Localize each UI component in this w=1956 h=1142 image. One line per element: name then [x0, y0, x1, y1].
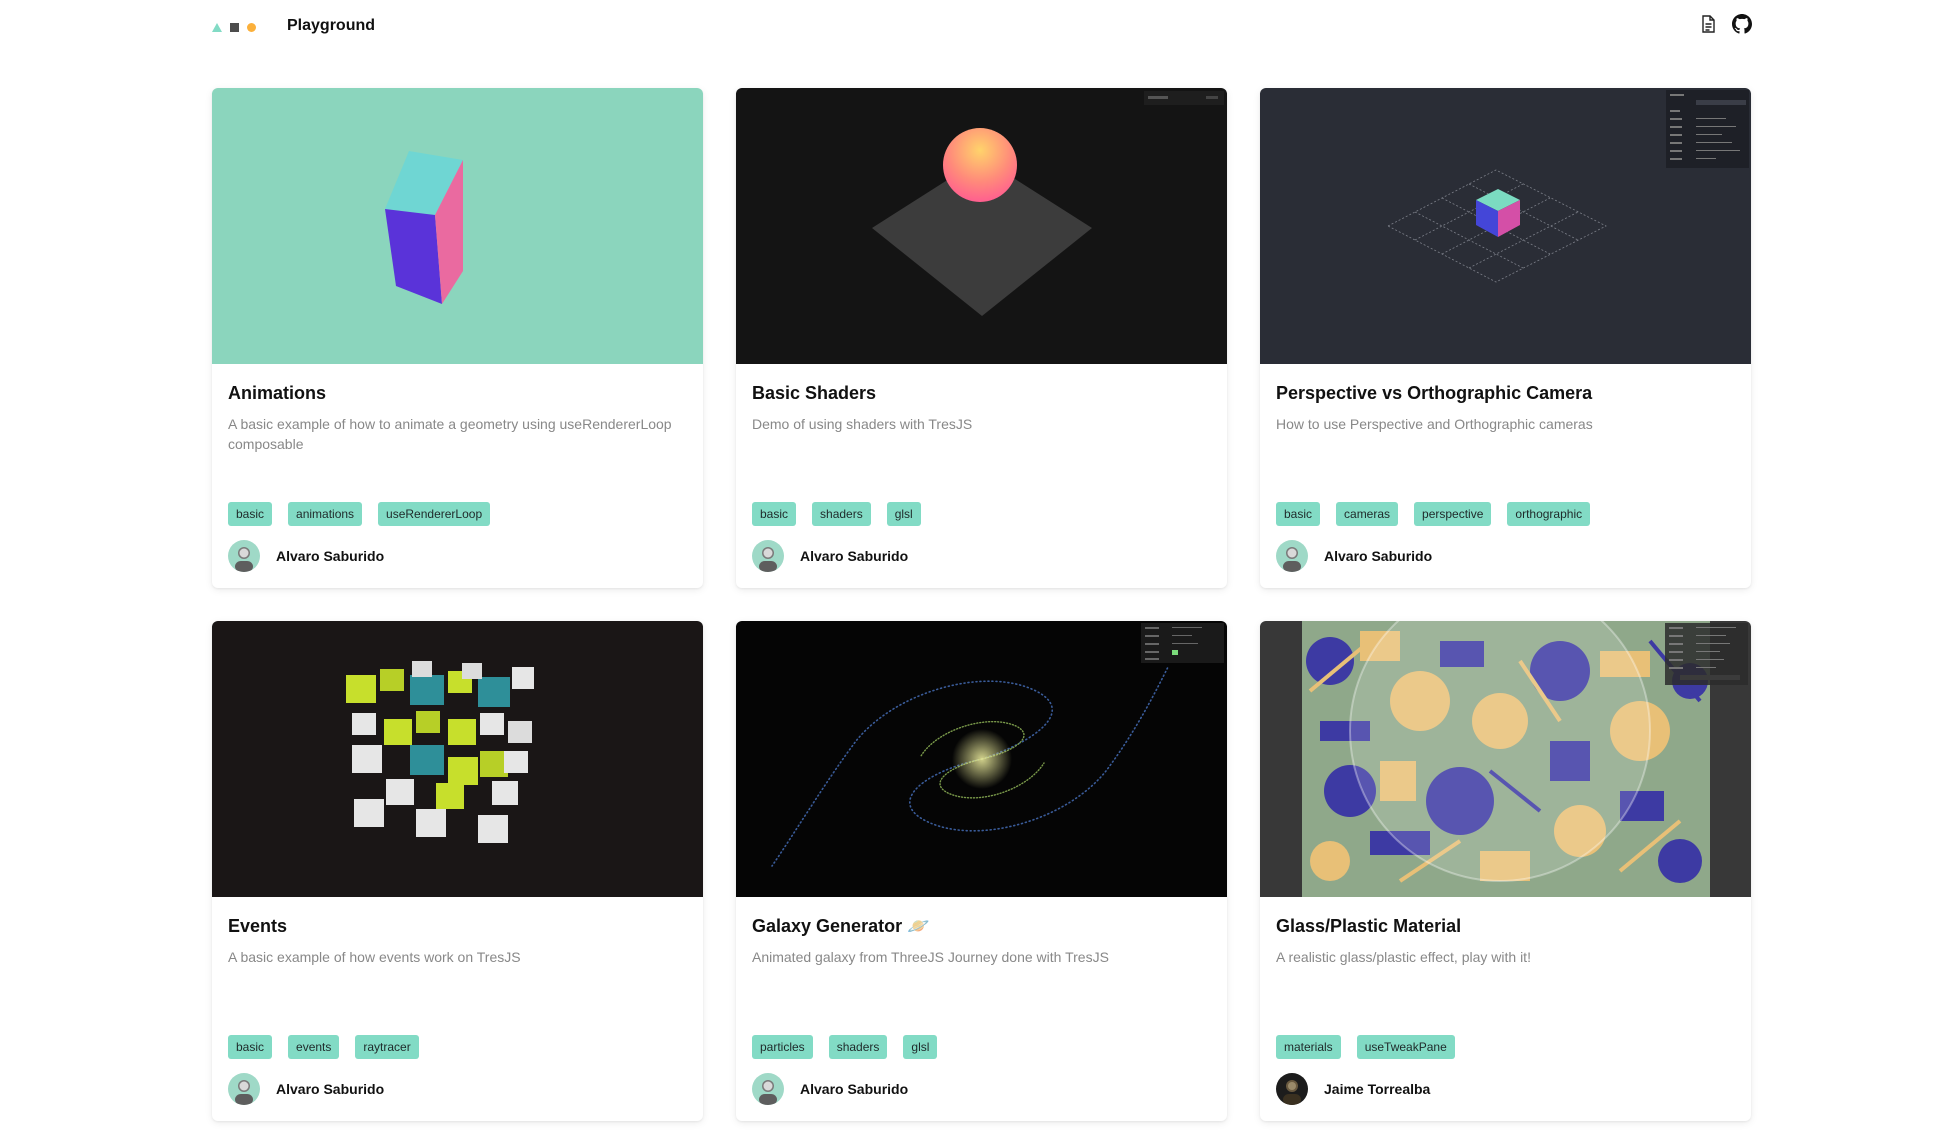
tag[interactable]: useRendererLoop: [378, 502, 491, 526]
circle-logo-icon: [247, 23, 256, 32]
card-title: Basic Shaders: [752, 383, 877, 403]
avatar: [228, 1073, 260, 1105]
document-icon[interactable]: [1698, 14, 1718, 34]
tag[interactable]: basic: [228, 502, 273, 526]
avatar: [228, 540, 260, 572]
card-description: Demo of using shaders with TresJS: [752, 416, 973, 432]
thumbnail-animations: [212, 88, 703, 364]
card-title: Events: [228, 916, 288, 936]
card-author[interactable]: Alvaro Saburido: [228, 540, 384, 572]
github-icon[interactable]: [1732, 14, 1752, 34]
card-author[interactable]: Alvaro Saburido: [1276, 540, 1432, 572]
avatar: [752, 540, 784, 572]
card-author[interactable]: Alvaro Saburido: [752, 540, 908, 572]
avatar: [1276, 540, 1308, 572]
card-description: Animated galaxy from ThreeJS Journey don…: [752, 949, 1109, 965]
thumbnail-perspective-vs-orthographic: [1260, 88, 1751, 364]
tag[interactable]: useTweakPane: [1356, 1035, 1455, 1059]
tag[interactable]: particles: [752, 1035, 813, 1059]
avatar: [1276, 1073, 1308, 1105]
author-name: Alvaro Saburido: [800, 548, 909, 564]
tag[interactable]: events: [288, 1035, 340, 1059]
triangle-logo-icon: [212, 23, 222, 32]
tag[interactable]: raytracer: [355, 1035, 419, 1059]
card-author[interactable]: Alvaro Saburido: [752, 1073, 908, 1105]
tag[interactable]: orthographic: [1507, 502, 1591, 526]
tag-list: materials useTweakPane: [1276, 1035, 1455, 1059]
tag[interactable]: glsl: [903, 1035, 938, 1059]
example-card-animations[interactable]: Animations A basic example of how to ani…: [212, 88, 703, 588]
author-name: Alvaro Saburido: [276, 548, 385, 564]
example-card-events[interactable]: Events A basic example of how events wor…: [212, 621, 703, 1121]
card-description: A basic example of how to animate a geom…: [228, 416, 672, 452]
example-card-glass-plastic-material[interactable]: Glass/Plastic Material A realistic glass…: [1260, 621, 1751, 1121]
author-name: Jaime Torrealba: [1324, 1081, 1431, 1097]
tag[interactable]: shaders: [828, 1035, 888, 1059]
example-card-basic-shaders[interactable]: Basic Shaders Demo of using shaders with…: [736, 88, 1227, 588]
tag-list: particles shaders glsl: [752, 1035, 938, 1059]
tag[interactable]: basic: [228, 1035, 273, 1059]
author-name: Alvaro Saburido: [800, 1081, 909, 1097]
top-header: Playground: [212, 0, 1752, 56]
card-title: Animations: [228, 383, 327, 403]
tag[interactable]: cameras: [1336, 502, 1399, 526]
tag-list: basic cameras perspective orthographic: [1276, 502, 1591, 526]
author-name: Alvaro Saburido: [276, 1081, 385, 1097]
author-name: Alvaro Saburido: [1324, 548, 1433, 564]
examples-grid: Animations A basic example of how to ani…: [212, 88, 1752, 1121]
card-title: Galaxy Generator 🪐: [752, 916, 930, 936]
card-author[interactable]: Alvaro Saburido: [228, 1073, 384, 1105]
card-title: Glass/Plastic Material: [1276, 916, 1462, 936]
logo[interactable]: [212, 21, 272, 35]
card-author[interactable]: Jaime Torrealba: [1276, 1073, 1430, 1105]
thumbnail-basic-shaders: [736, 88, 1227, 364]
tag[interactable]: basic: [752, 502, 797, 526]
tag-list: basic animations useRendererLoop: [228, 502, 491, 526]
card-description: A realistic glass/plastic effect, play w…: [1276, 949, 1531, 965]
card-description: How to use Perspective and Orthographic …: [1276, 416, 1593, 432]
tag[interactable]: materials: [1276, 1035, 1341, 1059]
tag[interactable]: perspective: [1414, 502, 1492, 526]
header-actions: [1698, 14, 1752, 34]
example-card-galaxy-generator[interactable]: Galaxy Generator 🪐 Animated galaxy from …: [736, 621, 1227, 1121]
tag[interactable]: animations: [288, 502, 363, 526]
tag[interactable]: glsl: [886, 502, 921, 526]
thumbnail-glass-plastic-material: [1260, 621, 1751, 897]
tag[interactable]: basic: [1276, 502, 1321, 526]
card-title: Perspective vs Orthographic Camera: [1276, 383, 1593, 403]
tag-list: basic events raytracer: [228, 1035, 419, 1059]
example-card-perspective-vs-orthographic[interactable]: Perspective vs Orthographic Camera How t…: [1260, 88, 1751, 588]
square-logo-icon: [230, 23, 239, 32]
card-description: A basic example of how events work on Tr…: [228, 949, 521, 965]
avatar: [752, 1073, 784, 1105]
thumbnail-events: [212, 621, 703, 897]
tag-list: basic shaders glsl: [752, 502, 921, 526]
brand-title[interactable]: Playground: [287, 17, 375, 35]
tag[interactable]: shaders: [812, 502, 871, 526]
thumbnail-galaxy-generator: [736, 621, 1227, 897]
